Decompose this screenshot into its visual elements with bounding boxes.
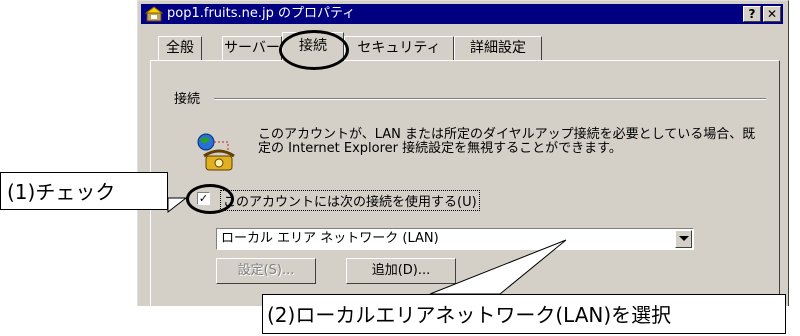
callout-pointers — [167, 197, 567, 295]
